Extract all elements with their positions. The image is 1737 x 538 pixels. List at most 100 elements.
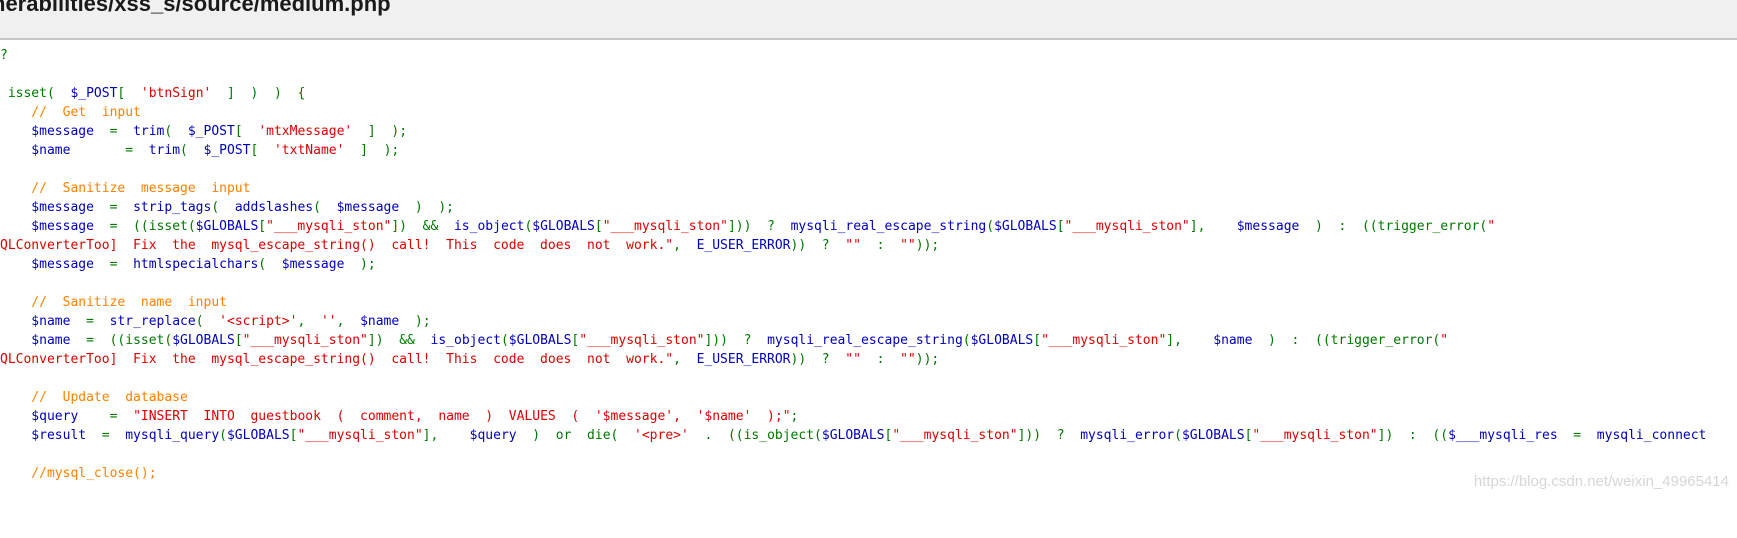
code-token-keyword: = ((isset( <box>93 219 196 234</box>
code-token-default: $message <box>0 219 94 234</box>
code-token-default: $message <box>1236 219 1300 234</box>
code-token-keyword: ) ); <box>399 200 455 215</box>
code-token-string: "" <box>845 238 861 253</box>
code-token-default: $result <box>0 428 87 443</box>
code-token-keyword: ); <box>399 314 431 329</box>
code-token-default: $GLOBALS <box>226 428 290 443</box>
code-token-comment: // Sanitize message input <box>0 181 251 196</box>
code-token-default: E_USER_ERROR <box>696 352 791 367</box>
code-token-keyword: [ <box>594 219 603 234</box>
code-token-default: $GLOBALS <box>508 333 572 348</box>
code-token-keyword: )) ? <box>790 352 846 367</box>
code-token-comment: // Update database <box>0 390 188 405</box>
code-line: QLConverterToo] Fix the mysql_escape_str… <box>0 350 1737 369</box>
code-token-string: "___mysqli_ston" <box>297 428 423 443</box>
code-token-keyword: [ <box>117 86 141 101</box>
code-token-default: trim <box>148 143 181 158</box>
code-line: $name = trim( $_POST[ 'txtName' ] ); <box>0 141 1737 160</box>
code-token-default: mysqli_connect <box>1596 428 1707 443</box>
code-token-default: $message <box>0 124 94 139</box>
code-token-default: $name <box>0 314 71 329</box>
code-token-default: $name <box>1213 333 1253 348</box>
code-token-keyword: , <box>673 352 697 367</box>
code-token-default: $_POST <box>203 143 251 158</box>
code-token-keyword: = <box>1557 428 1597 443</box>
code-token-keyword: [ <box>1033 333 1042 348</box>
code-token-keyword: ( <box>195 314 220 329</box>
code-token-string: QLConverterToo] Fix the mysql_escape_str… <box>0 352 674 367</box>
code-token-default: $message <box>0 200 94 215</box>
code-line: ​ <box>0 160 1737 179</box>
code-token-string: "___mysqli_ston" <box>1041 333 1167 348</box>
code-token-default: $___mysqli_res <box>1448 428 1558 443</box>
code-token-default: mysqli_real_escape_string <box>790 219 987 234</box>
code-token-default: mysqli_query <box>125 428 220 443</box>
code-token-string: "___mysqli_ston" <box>1252 428 1378 443</box>
code-line: $query = "INSERT INTO guestbook ( commen… <box>0 407 1737 426</box>
code-token-string: "___mysqli_ston" <box>602 219 728 234</box>
code-line: // Sanitize name input <box>0 293 1737 312</box>
title-bar: nerabilities/xss_s/source/medium.php <box>0 0 1737 40</box>
code-token-keyword: ( <box>180 143 204 158</box>
watermark: https://blog.csdn.net/weixin_49965414 <box>1473 473 1729 490</box>
code-token-keyword: = <box>86 428 126 443</box>
source-viewer-page: nerabilities/xss_s/source/medium.php ?​ … <box>0 0 1737 538</box>
code-line: // Update database <box>0 388 1737 407</box>
code-line: ? <box>0 46 1737 65</box>
code-token-default: $_POST <box>187 124 235 139</box>
code-token-keyword: ] ); <box>352 124 408 139</box>
code-token-default: $GLOBALS <box>970 333 1034 348</box>
code-token-default: $message <box>0 257 94 272</box>
code-token-keyword: ) : ((trigger_error( <box>1299 219 1488 234</box>
code-token-keyword: : <box>860 352 901 367</box>
code-token-default: $GLOBALS <box>532 219 595 234</box>
code-token-keyword: )); <box>915 352 940 367</box>
code-token-string: '<pre>' <box>634 428 689 443</box>
code-token-keyword: = ((isset( <box>70 333 173 348</box>
code-token-keyword: [ <box>250 143 274 158</box>
code-token-keyword: ( <box>986 219 995 234</box>
code-token-default: str_replace <box>109 314 196 329</box>
code-token-keyword: = <box>70 314 110 329</box>
code-token-default: $GLOBALS <box>172 333 235 348</box>
code-token-keyword: [ <box>1056 219 1065 234</box>
code-token-string: 'btnSign' <box>140 86 212 101</box>
code-token-string: '' <box>320 314 337 329</box>
code-line: $name = str_replace( '<script>', '', $na… <box>0 312 1737 331</box>
code-token-string: "" <box>900 352 916 367</box>
code-token-default: $GLOBALS <box>994 219 1057 234</box>
code-token-default: $query <box>0 409 79 424</box>
code-token-keyword: ])) ? <box>704 333 768 348</box>
code-token-keyword: ( <box>1174 428 1182 443</box>
code-line: $message = ((isset($GLOBALS["___mysqli_s… <box>0 217 1737 236</box>
code-token-comment: // Sanitize name input <box>0 295 227 310</box>
file-path-title: nerabilities/xss_s/source/medium.php <box>0 0 391 16</box>
code-line: // Get input <box>0 103 1737 122</box>
code-token-keyword: ]) && <box>391 219 454 234</box>
code-token-keyword: ) or die( <box>516 428 635 443</box>
code-token-string: " <box>1487 219 1496 234</box>
code-token-keyword: = <box>93 124 134 139</box>
code-token-keyword: ]) : (( <box>1377 428 1449 443</box>
code-line: $name = ((isset($GLOBALS["___mysqli_ston… <box>0 331 1737 350</box>
code-token-string: "___mysqli_ston" <box>1064 219 1190 234</box>
code-token-keyword: = <box>78 409 134 424</box>
code-token-string: '<script>' <box>219 314 298 329</box>
code-token-comment: //mysql_close(); <box>0 466 157 481</box>
code-line: ​ <box>0 274 1737 293</box>
code-token-string: "___mysqli_ston" <box>242 333 368 348</box>
code-token-default: is_object <box>430 333 501 348</box>
code-token-keyword: , <box>297 314 321 329</box>
code-token-default: $name <box>0 333 71 348</box>
code-line: $result = mysqli_query($GLOBALS["___mysq… <box>0 426 1737 445</box>
code-token-string: "INSERT INTO guestbook ( comment, name )… <box>133 409 791 424</box>
code-token-keyword: ])) ? <box>727 219 791 234</box>
code-token-keyword: ) : ((trigger_error( <box>1252 333 1441 348</box>
code-token-keyword: )) ? <box>790 238 846 253</box>
code-token-default: $message <box>281 257 345 272</box>
code-line: isset( $_POST[ 'btnSign' ] ) ) { <box>0 84 1737 103</box>
code-token-keyword: ( <box>219 428 227 443</box>
code-token-default: E_USER_ERROR <box>696 238 791 253</box>
code-token-keyword: , <box>336 314 361 329</box>
code-token-keyword: : <box>860 238 901 253</box>
